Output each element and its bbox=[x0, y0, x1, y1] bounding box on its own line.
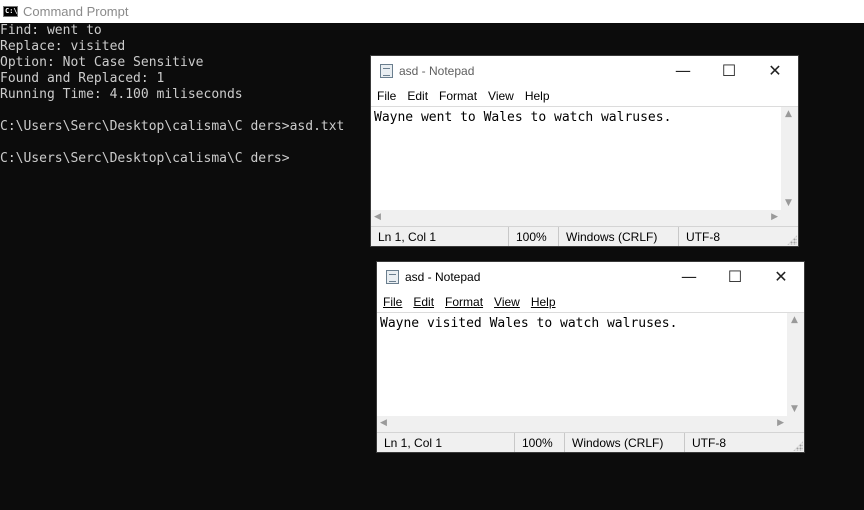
menu-edit[interactable]: Edit bbox=[407, 89, 428, 103]
text-editor[interactable]: Wayne visited Wales to watch walruses. bbox=[377, 312, 787, 416]
menu-file[interactable]: File bbox=[377, 89, 396, 103]
scroll-right-icon[interactable]: ▶ bbox=[771, 212, 778, 222]
notepad-titlebar[interactable]: asd - Notepad — ☐ ✕ bbox=[371, 56, 798, 85]
text-editor[interactable]: Wayne went to Wales to watch walruses. bbox=[371, 106, 781, 210]
menu-file[interactable]: File bbox=[383, 295, 402, 309]
scroll-right-icon[interactable]: ▶ bbox=[777, 418, 784, 428]
menu-bar: File Edit Format View Help bbox=[377, 291, 804, 312]
cmd-line: Find: went to bbox=[0, 23, 102, 38]
scroll-up-icon[interactable]: ▲ bbox=[791, 315, 798, 325]
scrollbar-corner bbox=[781, 210, 798, 226]
status-line-ending: Windows (CRLF) bbox=[565, 433, 685, 452]
resize-grip-icon[interactable] bbox=[793, 441, 803, 451]
menu-help[interactable]: Help bbox=[525, 89, 550, 103]
notepad-icon bbox=[386, 269, 399, 284]
resize-grip-icon[interactable] bbox=[787, 235, 797, 245]
notepad-titlebar[interactable]: asd - Notepad — ☐ ✕ bbox=[377, 262, 804, 291]
menu-format[interactable]: Format bbox=[439, 89, 477, 103]
status-encoding: UTF-8 bbox=[686, 229, 720, 244]
menu-edit[interactable]: Edit bbox=[413, 295, 434, 309]
scroll-down-icon[interactable]: ▼ bbox=[785, 198, 792, 208]
horizontal-scrollbar[interactable]: ◀ ▶ bbox=[371, 210, 781, 226]
scrollbar-corner bbox=[787, 416, 804, 432]
status-line-ending: Windows (CRLF) bbox=[559, 227, 679, 246]
cmd-icon: C:\ bbox=[3, 6, 18, 17]
notepad-title: asd - Notepad bbox=[405, 269, 481, 284]
status-zoom: 100% bbox=[509, 227, 559, 246]
menu-help[interactable]: Help bbox=[531, 295, 556, 309]
cmd-line: Replace: visited bbox=[0, 39, 126, 54]
status-bar: Ln 1, Col 1 100% Windows (CRLF) UTF-8 bbox=[371, 226, 798, 246]
scroll-up-icon[interactable]: ▲ bbox=[785, 109, 792, 119]
maximize-button[interactable]: ☐ bbox=[706, 56, 752, 85]
horizontal-scrollbar[interactable]: ◀ ▶ bbox=[377, 416, 787, 432]
vertical-scrollbar[interactable]: ▲ ▼ bbox=[781, 106, 798, 210]
cmd-titlebar[interactable]: C:\ Command Prompt bbox=[0, 0, 864, 23]
maximize-button[interactable]: ☐ bbox=[712, 262, 758, 291]
close-button[interactable]: ✕ bbox=[752, 56, 798, 85]
notepad-title: asd - Notepad bbox=[399, 63, 475, 78]
close-button[interactable]: ✕ bbox=[758, 262, 804, 291]
status-encoding: UTF-8 bbox=[692, 435, 726, 450]
menu-view[interactable]: View bbox=[488, 89, 514, 103]
scroll-down-icon[interactable]: ▼ bbox=[791, 404, 798, 414]
menu-bar: File Edit Format View Help bbox=[371, 85, 798, 106]
status-zoom: 100% bbox=[515, 433, 565, 452]
minimize-button[interactable]: — bbox=[660, 56, 706, 85]
scroll-left-icon[interactable]: ◀ bbox=[374, 212, 381, 222]
menu-view[interactable]: View bbox=[494, 295, 520, 309]
status-position: Ln 1, Col 1 bbox=[371, 227, 509, 246]
minimize-button[interactable]: — bbox=[666, 262, 712, 291]
menu-format[interactable]: Format bbox=[445, 295, 483, 309]
scroll-left-icon[interactable]: ◀ bbox=[380, 418, 387, 428]
status-position: Ln 1, Col 1 bbox=[377, 433, 515, 452]
notepad-window-modified[interactable]: asd - Notepad — ☐ ✕ File Edit Format Vie… bbox=[376, 261, 805, 453]
notepad-window-original[interactable]: asd - Notepad — ☐ ✕ File Edit Format Vie… bbox=[370, 55, 799, 247]
cmd-window-title: Command Prompt bbox=[23, 4, 129, 19]
vertical-scrollbar[interactable]: ▲ ▼ bbox=[787, 312, 804, 416]
status-bar: Ln 1, Col 1 100% Windows (CRLF) UTF-8 bbox=[377, 432, 804, 452]
notepad-icon bbox=[380, 63, 393, 78]
